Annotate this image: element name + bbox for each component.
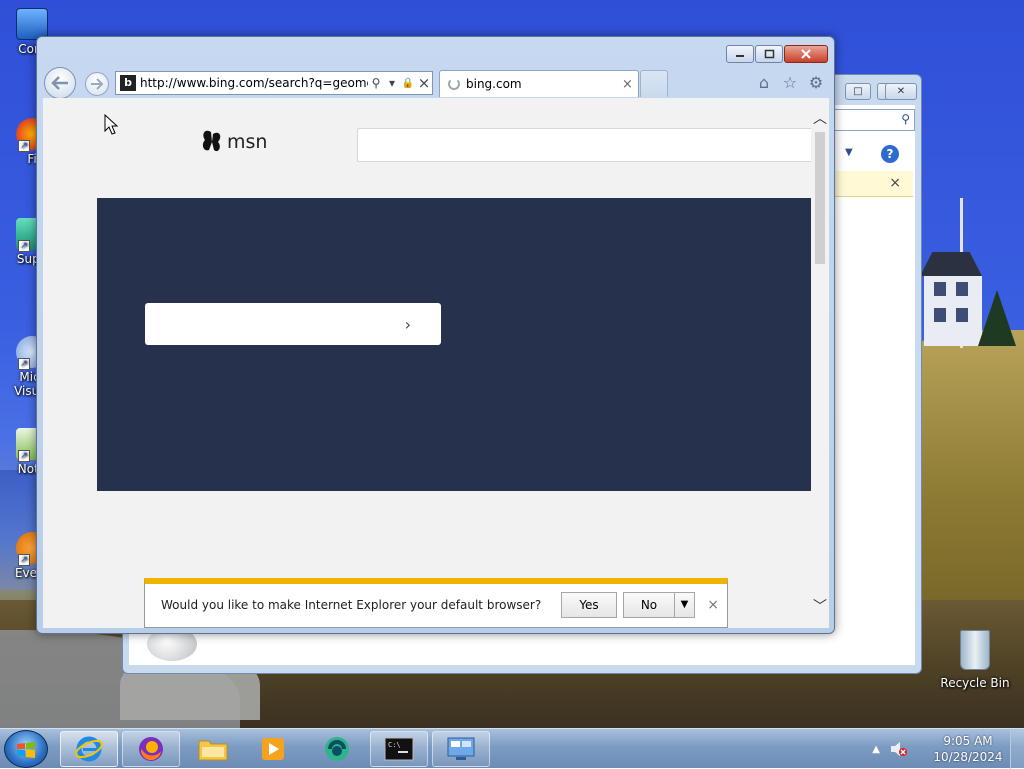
clock-date: 10/28/2024 xyxy=(933,750,1003,764)
taskbar-media-player[interactable] xyxy=(244,731,302,767)
taskbar-command-prompt[interactable]: C:\ xyxy=(370,731,428,767)
show-desktop-button[interactable] xyxy=(1010,729,1024,769)
page-viewport: msn › ︿ ﹀ xyxy=(43,98,829,628)
desktop-icon-recycle-bin[interactable]: Recycle Bin xyxy=(940,630,1010,690)
app-globe-icon xyxy=(325,737,349,761)
clock-time: 9:05 AM xyxy=(943,734,993,748)
shortcut-arrow-icon: ↗ xyxy=(18,554,30,566)
toolbar-tools: ⌂ ☆ ⚙ xyxy=(754,72,826,92)
loading-spinner-icon xyxy=(448,78,460,90)
minimize-icon xyxy=(736,55,744,57)
system-tray: ▲ 9:05 AM 10/28/2024 xyxy=(872,729,1024,769)
maximize-icon xyxy=(764,49,775,59)
new-tab-button[interactable] xyxy=(640,70,668,97)
tab-title: bing.com xyxy=(466,77,522,91)
forward-arrow-icon xyxy=(91,78,104,90)
svg-text:C:\: C:\ xyxy=(388,741,401,749)
settings-gear-icon[interactable]: ⚙ xyxy=(806,72,826,92)
taskbar-control-panel[interactable] xyxy=(432,731,490,767)
windows-logo-icon xyxy=(17,742,35,758)
back-button[interactable] xyxy=(44,67,76,99)
system-clock[interactable]: 9:05 AM 10/28/2024 xyxy=(926,733,1010,765)
help-icon[interactable]: ? xyxy=(881,145,899,163)
desktop: Com ↗ Fi ↗ Supe ↗ Micr Visual ↗ Note ↗ E… xyxy=(0,0,1024,728)
yes-button[interactable]: Yes xyxy=(561,592,617,618)
bg-info-bar: × xyxy=(833,171,913,197)
wallpaper-house xyxy=(920,252,990,348)
forward-button[interactable] xyxy=(85,72,109,96)
shortcut-arrow-icon: ↗ xyxy=(18,140,30,152)
notification-message: Would you like to make Internet Explorer… xyxy=(161,598,542,612)
close-button[interactable] xyxy=(784,45,828,63)
chevron-down-icon[interactable]: ▼ xyxy=(845,147,853,158)
bing-favicon-icon: b xyxy=(120,75,136,91)
msn-search-input[interactable] xyxy=(357,128,817,162)
shortcut-arrow-icon: ↗ xyxy=(18,358,30,370)
window-controls xyxy=(726,45,828,63)
back-arrow-icon xyxy=(51,76,68,90)
default-browser-notification: Would you like to make Internet Explorer… xyxy=(144,578,728,628)
bg-search-box[interactable]: ⚲ xyxy=(831,109,915,131)
media-player-icon xyxy=(262,738,284,760)
scrollbar-thumb[interactable] xyxy=(815,132,825,264)
bg-close-button[interactable]: ✕ xyxy=(885,83,917,100)
hero-action-box[interactable]: › xyxy=(145,303,441,345)
mouse-cursor-icon xyxy=(104,114,119,135)
no-button[interactable]: No ▼ xyxy=(623,592,695,618)
msn-logo-text: msn xyxy=(227,131,268,153)
recycle-bin-label: Recycle Bin xyxy=(940,676,1010,690)
shortcut-arrow-icon: ↗ xyxy=(18,240,30,252)
taskbar-firefox[interactable] xyxy=(122,731,180,767)
folder-icon xyxy=(198,740,228,761)
taskbar-internet-explorer[interactable] xyxy=(60,731,118,767)
no-dropdown-icon[interactable]: ▼ xyxy=(674,593,694,617)
close-icon[interactable]: × xyxy=(889,175,901,191)
firefox-icon xyxy=(139,737,163,761)
stop-icon[interactable]: × xyxy=(416,73,432,93)
hero-banner: › xyxy=(97,198,811,491)
notification-close-icon[interactable]: × xyxy=(707,597,719,613)
address-bar[interactable]: b http://www.bing.com/search?q=geometr ⚲… xyxy=(115,71,433,95)
address-url[interactable]: http://www.bing.com/search?q=geometr xyxy=(140,76,368,90)
navigation-bar: b http://www.bing.com/search?q=geometr ⚲… xyxy=(43,67,828,99)
start-button[interactable] xyxy=(4,730,48,768)
taskbar-file-explorer[interactable] xyxy=(184,731,242,767)
command-prompt-icon: C:\ xyxy=(384,737,414,761)
no-button-label: No xyxy=(640,598,658,612)
dropdown-icon[interactable]: ▾ xyxy=(384,73,400,93)
home-icon[interactable]: ⌂ xyxy=(754,72,774,92)
bg-restore-button[interactable]: □ xyxy=(845,83,871,100)
msn-logo[interactable]: msn xyxy=(201,128,267,156)
show-hidden-icons-icon[interactable]: ▲ xyxy=(872,744,880,755)
taskbar: C:\ ▲ 9:05 AM 10/28/2024 xyxy=(0,728,1024,769)
recycle-bin-icon xyxy=(960,630,990,670)
internet-explorer-icon xyxy=(75,736,103,762)
scroll-up-icon[interactable]: ︿ xyxy=(813,108,827,128)
minimize-button[interactable] xyxy=(726,45,754,63)
shortcut-arrow-icon: ↗ xyxy=(18,450,30,462)
taskbar-app-green[interactable] xyxy=(308,731,366,767)
tab-close-icon[interactable]: × xyxy=(622,77,638,92)
tab-bing[interactable]: bing.com × xyxy=(439,70,639,97)
search-icon: ⚲ xyxy=(901,112,910,126)
volume-muted-icon[interactable] xyxy=(890,741,908,757)
lock-icon[interactable]: 🔒 xyxy=(400,73,416,93)
chevron-right-icon: › xyxy=(404,315,411,334)
msn-butterfly-icon xyxy=(202,130,221,152)
scroll-down-icon[interactable]: ﹀ xyxy=(813,596,827,616)
search-icon[interactable]: ⚲ xyxy=(368,73,384,93)
close-icon xyxy=(801,49,811,59)
internet-explorer-window[interactable]: b http://www.bing.com/search?q=geometr ⚲… xyxy=(36,36,835,634)
favorites-star-icon[interactable]: ☆ xyxy=(780,72,800,92)
maximize-button[interactable] xyxy=(755,45,783,63)
vertical-scrollbar[interactable]: ︿ ﹀ xyxy=(811,98,829,628)
control-panel-icon xyxy=(447,737,475,760)
